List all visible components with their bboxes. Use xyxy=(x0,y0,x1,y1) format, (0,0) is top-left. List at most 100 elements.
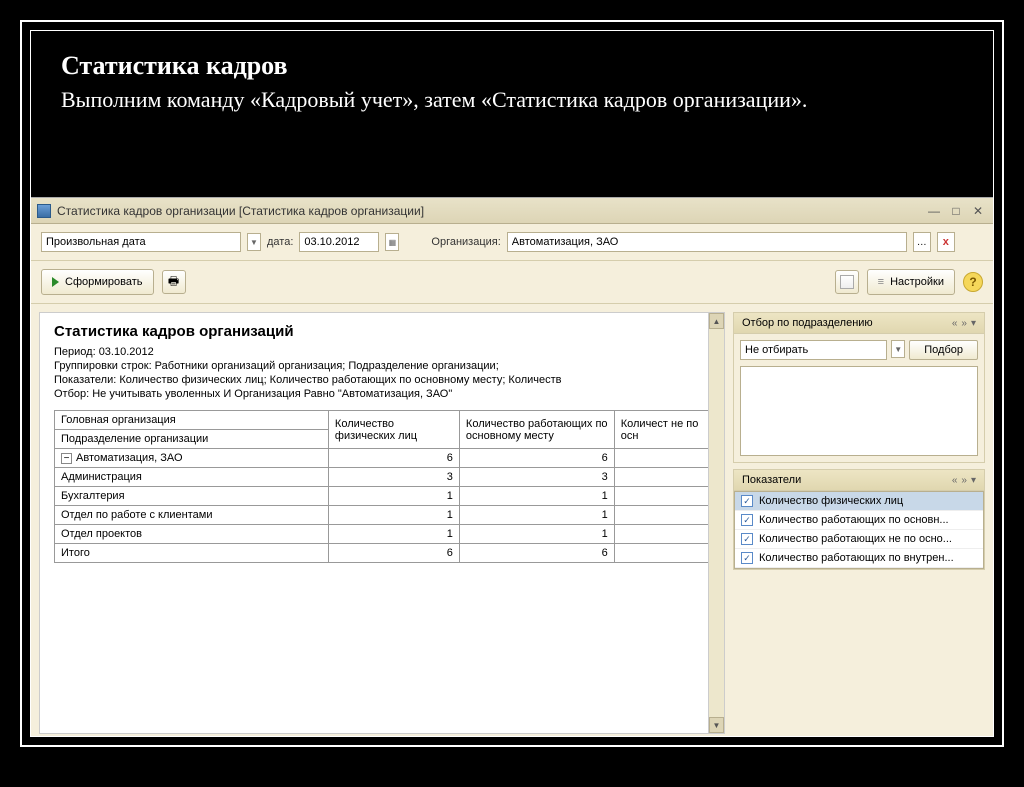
total-v3 xyxy=(614,544,709,563)
checkbox-checked-icon[interactable]: ✓ xyxy=(741,533,753,545)
row-name: Администрация xyxy=(55,468,329,487)
date-picker-icon[interactable]: ▦ xyxy=(385,233,399,251)
indicators-panel-title: Показатели xyxy=(742,474,952,486)
th-org: Головная организация xyxy=(55,411,329,430)
org-select-button[interactable]: … xyxy=(913,232,931,252)
indicator-item[interactable]: ✓ Количество физических лиц xyxy=(735,492,983,511)
report-indicators: Показатели: Количество физических лиц; К… xyxy=(54,374,710,386)
close-button[interactable]: ✕ xyxy=(969,203,987,219)
th-dept: Подразделение организации xyxy=(55,430,329,449)
window-title: Статистика кадров организации [Статистик… xyxy=(57,204,925,218)
play-icon xyxy=(52,277,59,287)
table-row[interactable]: Администрация 3 3 xyxy=(55,468,710,487)
indicator-label: Количество работающих не по осно... xyxy=(759,533,952,545)
row-v3 xyxy=(614,525,709,544)
table-total-row: Итого 6 6 xyxy=(55,544,710,563)
row-v1: 1 xyxy=(328,487,459,506)
checkbox-checked-icon[interactable]: ✓ xyxy=(741,495,753,507)
period-type-dropdown-icon[interactable]: ▼ xyxy=(247,233,261,251)
row-name: Бухгалтерия xyxy=(55,487,329,506)
org-label: Организация: xyxy=(431,236,500,248)
row-v2: 1 xyxy=(459,487,614,506)
indicator-label: Количество работающих по основн... xyxy=(759,514,949,526)
total-v1: 6 xyxy=(328,544,459,563)
indicator-item[interactable]: ✓ Количество работающих по основн... xyxy=(735,511,983,530)
grid-icon xyxy=(840,275,854,289)
panel-prev-icon[interactable]: « xyxy=(952,318,958,329)
panel-menu-icon[interactable]: ▾ xyxy=(971,475,976,486)
app-icon xyxy=(37,204,51,218)
select-button[interactable]: Подбор xyxy=(909,340,978,360)
scroll-up-icon[interactable]: ▲ xyxy=(709,313,724,329)
row-v3 xyxy=(614,506,709,525)
checkbox-checked-icon[interactable]: ✓ xyxy=(741,552,753,564)
scroll-down-icon[interactable]: ▼ xyxy=(709,717,724,733)
report-table: Головная организация Количество физическ… xyxy=(54,410,710,563)
panel-menu-icon[interactable]: ▾ xyxy=(971,318,976,329)
checkbox-checked-icon[interactable]: ✓ xyxy=(741,514,753,526)
settings-button-label: Настройки xyxy=(890,276,944,288)
printer-icon: 🖶 xyxy=(168,272,179,293)
app-window: Статистика кадров организации [Статистик… xyxy=(31,197,993,736)
row-v1: 1 xyxy=(328,525,459,544)
minimize-button[interactable]: — xyxy=(925,203,943,219)
row-name: Отдел по работе с клиентами xyxy=(55,506,329,525)
row-v1: 1 xyxy=(328,506,459,525)
filter-panel: Отбор по подразделению « » ▾ Не отбирать… xyxy=(733,312,985,463)
total-label: Итого xyxy=(55,544,329,563)
date-label: дата: xyxy=(267,236,293,248)
panel-prev-icon[interactable]: « xyxy=(952,475,958,486)
maximize-button[interactable]: □ xyxy=(947,203,965,219)
filter-mode-dropdown-icon[interactable]: ▼ xyxy=(891,340,905,358)
indicators-panel: Показатели « » ▾ ✓ Количество физических… xyxy=(733,469,985,570)
slide-subtitle: Выполним команду «Кадровый учет», затем … xyxy=(61,85,963,116)
report-period: Период: 03.10.2012 xyxy=(54,346,710,358)
toolbar: Сформировать 🖶 ≡ Настройки ? xyxy=(31,261,993,304)
row-v2: 6 xyxy=(459,449,614,468)
report-title: Статистика кадров организаций xyxy=(54,323,710,340)
row-v3 xyxy=(614,468,709,487)
row-v1: 3 xyxy=(328,468,459,487)
th-col3: Количество работающих по основному месту xyxy=(459,411,614,449)
date-input[interactable] xyxy=(299,232,379,252)
indicator-item[interactable]: ✓ Количество работающих не по осно... xyxy=(735,530,983,549)
report-area: Статистика кадров организаций Период: 03… xyxy=(39,312,725,734)
generate-button[interactable]: Сформировать xyxy=(41,269,154,295)
row-v1: 6 xyxy=(328,449,459,468)
row-name: Отдел проектов xyxy=(55,525,329,544)
report-groupings: Группировки строк: Работники организаций… xyxy=(54,360,710,372)
indicator-item[interactable]: ✓ Количество работающих по внутрен... xyxy=(735,549,983,568)
th-col4: Количест не по осн xyxy=(614,411,709,449)
generate-button-label: Сформировать xyxy=(65,276,143,288)
filter-mode-combo[interactable]: Не отбирать xyxy=(740,340,887,360)
row-v2: 1 xyxy=(459,525,614,544)
filter-bar: Произвольная дата ▼ дата: ▦ Организация:… xyxy=(31,224,993,261)
filter-list[interactable] xyxy=(740,366,978,456)
table-row[interactable]: −Автоматизация, ЗАО 6 6 xyxy=(55,449,710,468)
table-row[interactable]: Бухгалтерия 1 1 xyxy=(55,487,710,506)
org-input[interactable] xyxy=(507,232,907,252)
org-clear-button[interactable]: x xyxy=(937,232,955,252)
row-v2: 3 xyxy=(459,468,614,487)
help-button[interactable]: ? xyxy=(963,272,983,292)
row-v3 xyxy=(614,449,709,468)
settings-icon: ≡ xyxy=(878,276,884,288)
filter-panel-title: Отбор по подразделению xyxy=(742,317,952,329)
th-col2: Количество физических лиц xyxy=(328,411,459,449)
row-v2: 1 xyxy=(459,506,614,525)
collapse-icon[interactable]: − xyxy=(61,453,72,464)
vertical-scrollbar[interactable]: ▲ ▼ xyxy=(708,313,724,733)
table-row[interactable]: Отдел проектов 1 1 xyxy=(55,525,710,544)
layout-button[interactable] xyxy=(835,270,859,294)
settings-button[interactable]: ≡ Настройки xyxy=(867,269,955,295)
period-type-combo[interactable]: Произвольная дата xyxy=(41,232,241,252)
table-row[interactable]: Отдел по работе с клиентами 1 1 xyxy=(55,506,710,525)
total-v2: 6 xyxy=(459,544,614,563)
slide-title: Статистика кадров xyxy=(61,51,963,81)
print-button[interactable]: 🖶 xyxy=(162,270,186,294)
indicator-label: Количество работающих по внутрен... xyxy=(759,552,954,564)
panel-next-icon[interactable]: » xyxy=(961,318,967,329)
indicator-label: Количество физических лиц xyxy=(759,495,903,507)
panel-next-icon[interactable]: » xyxy=(961,475,967,486)
title-bar: Статистика кадров организации [Статистик… xyxy=(31,198,993,224)
